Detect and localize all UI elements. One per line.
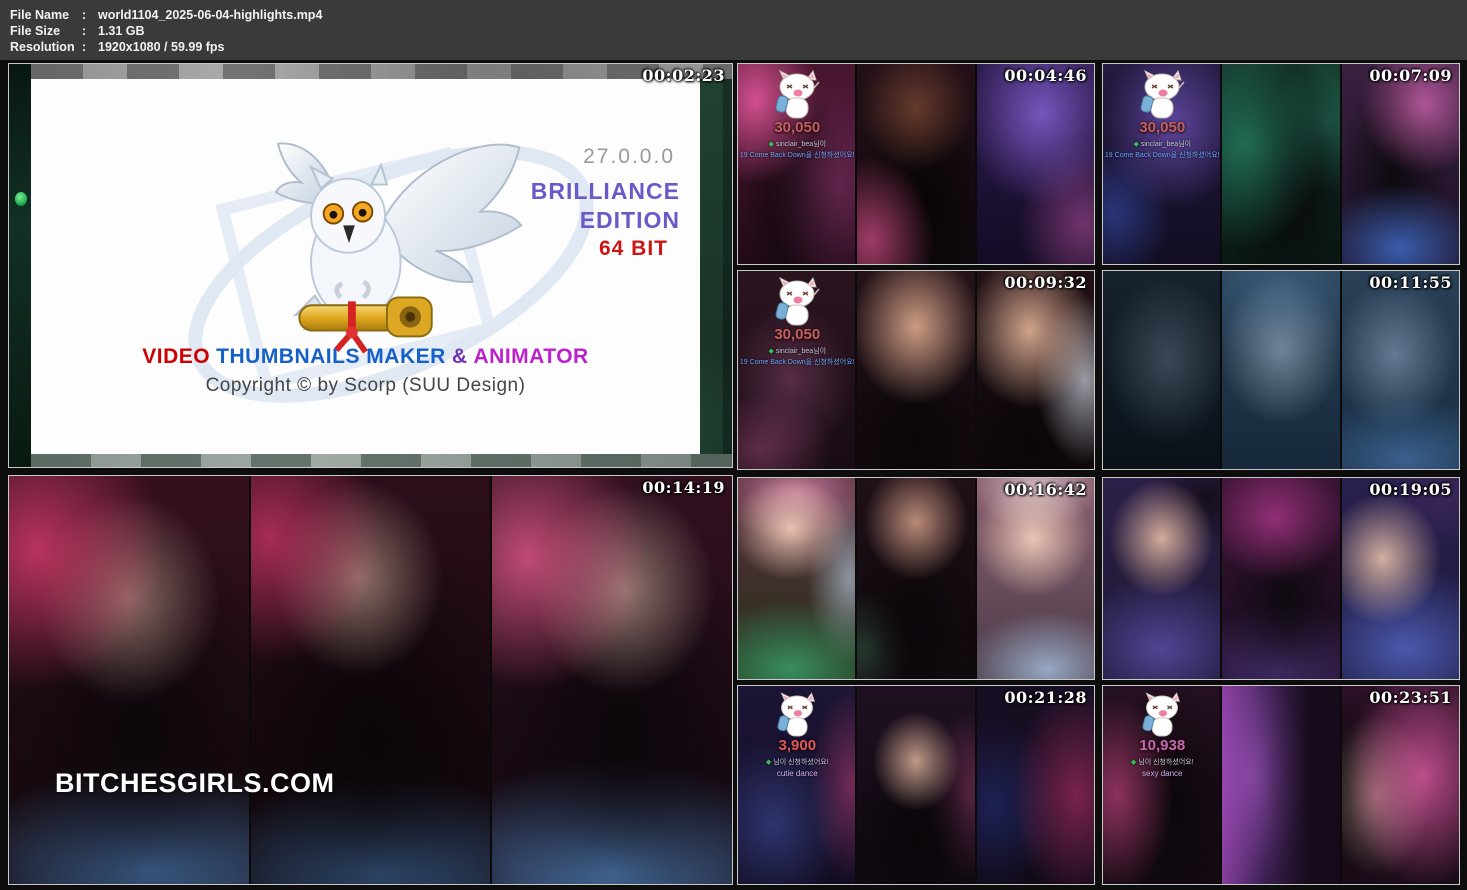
gift-overlay: 10,938 ◆님이 신청하셨어요! sexy dance — [1103, 692, 1222, 778]
timestamp-label: 00:19:05 — [1369, 480, 1452, 499]
gift-tag: cutie dance — [777, 769, 818, 778]
file-size-row: File Size : 1.31 GB — [10, 23, 1467, 39]
cat-sticker-icon — [776, 692, 818, 740]
timestamp-label: 00:21:28 — [1004, 688, 1087, 707]
gift-count: 3,900 — [779, 737, 817, 754]
file-name-row: File Name : world1104_2025-06-04-highlig… — [10, 7, 1467, 23]
video-frame — [1103, 478, 1220, 679]
gift-tag: sexy dance — [1142, 769, 1182, 778]
gem-icon: ◆ — [768, 141, 773, 148]
video-frame — [9, 476, 249, 884]
timestamp-label: 00:11:55 — [1369, 273, 1452, 292]
video-frame — [975, 271, 1094, 469]
edition-label: BRILLIANCE EDITION — [531, 177, 680, 235]
thumbnail-cell: 30,050 ◆sinclair_bea님이 19 Come Back Down… — [1102, 63, 1460, 265]
video-frame — [1340, 686, 1459, 884]
video-frame — [855, 686, 974, 884]
gift-overlay: 30,050 ◆sinclair_bea님이 19 Come Back Down… — [738, 277, 857, 367]
version-label: 27.0.0.0 — [583, 145, 675, 169]
file-size-label: File Size — [10, 23, 82, 39]
thumbnail-cell: 3,900 ◆님이 신청하셨어요! cutie dance 00:21:28 — [737, 685, 1095, 885]
timestamp-label: 00:02:23 — [642, 66, 725, 85]
app-title: VIDEO THUMBNAILS MAKER&ANIMATOR — [31, 345, 700, 369]
thumbnail-cell: 30,050 ◆sinclair_bea님이 19 Come Back Down… — [737, 270, 1095, 470]
timestamp-label: 00:09:32 — [1004, 273, 1087, 292]
video-frame — [1220, 478, 1339, 679]
timestamp-label: 00:23:51 — [1369, 688, 1452, 707]
gift-line1: ◆sinclair_bea님이 — [768, 139, 826, 149]
gift-count: 30,050 — [774, 119, 820, 136]
video-frame — [1340, 478, 1459, 679]
timestamp-label: 00:16:42 — [1004, 480, 1087, 499]
timestamp-label: 00:07:09 — [1369, 66, 1452, 85]
file-info-header: File Name : world1104_2025-06-04-highlig… — [0, 0, 1467, 60]
thumbnail-cell: 00:16:42 — [737, 477, 1095, 680]
thumbnail-cell: 10,938 ◆님이 신청하셨어요! sexy dance 00:23:51 — [1102, 685, 1460, 885]
resolution-row: Resolution : 1920x1080 / 59.99 fps — [10, 39, 1467, 55]
copyright-label: Copyright © by Scorp (SUU Design) — [31, 375, 700, 397]
timestamp-label: 00:14:19 — [642, 478, 725, 497]
video-frame — [1220, 64, 1339, 264]
video-frame — [249, 476, 491, 884]
cat-sticker-icon — [1141, 692, 1183, 740]
gift-line2: 19 Come Back Down을 신청하셨어요! — [1105, 150, 1220, 160]
video-frame — [975, 686, 1094, 884]
splash-left-strip — [9, 64, 31, 467]
video-frame — [855, 478, 974, 679]
cat-sticker-icon — [774, 70, 820, 122]
gift-line1: ◆sinclair_bea님이 — [768, 346, 826, 356]
video-frame — [490, 476, 732, 884]
app-title-maker: THUMBNAILS MAKER — [216, 345, 446, 368]
gift-count: 30,050 — [1139, 119, 1185, 136]
gift-overlay: 3,900 ◆님이 신청하셨어요! cutie dance — [738, 692, 857, 778]
gift-line1: ◆님이 신청하셨어요! — [766, 757, 829, 767]
app-title-animator: ANIMATOR — [473, 345, 588, 368]
video-frame — [738, 478, 855, 679]
video-frame — [1220, 271, 1339, 469]
splash-bottom-band — [31, 454, 732, 467]
app-title-video: VIDEO — [142, 345, 210, 368]
thumbnail-cell-splash: 27.0.0.0 BRILLIANCE EDITION 64 BIT VIDEO… — [8, 63, 733, 468]
timestamp-label: 00:04:46 — [1004, 66, 1087, 85]
contact-sheet: File Name : world1104_2025-06-04-highlig… — [0, 0, 1467, 890]
video-frame — [855, 271, 974, 469]
gift-line2: 19 Come Back Down을 신청하셨어요! — [740, 150, 855, 160]
gem-icon: ◆ — [1133, 141, 1138, 148]
bits-label: 64 BIT — [599, 237, 668, 261]
gift-overlay: 30,050 ◆sinclair_bea님이 19 Come Back Down… — [738, 70, 857, 160]
cat-sticker-icon — [774, 277, 820, 329]
gift-count: 10,938 — [1139, 737, 1185, 754]
gift-overlay: 30,050 ◆sinclair_bea님이 19 Come Back Down… — [1103, 70, 1222, 160]
video-frame — [975, 478, 1094, 679]
thumbnail-cell: 30,050 ◆sinclair_bea님이 19 Come Back Down… — [737, 63, 1095, 265]
gift-line2: 19 Come Back Down을 신청하셨어요! — [740, 357, 855, 367]
gift-line1: ◆sinclair_bea님이 — [1133, 139, 1191, 149]
gem-icon: ◆ — [768, 348, 773, 355]
thumbnail-cell-large: BITCHESGIRLS.COM 00:14:19 — [8, 475, 733, 885]
thumbnail-cell: 00:19:05 — [1102, 477, 1460, 680]
video-frame — [1340, 271, 1459, 469]
gem-icon: ◆ — [766, 759, 771, 766]
file-name-label: File Name — [10, 7, 82, 23]
cat-sticker-icon — [1139, 70, 1185, 122]
video-frame — [1340, 64, 1459, 264]
file-size-value: 1.31 GB — [98, 23, 145, 39]
video-frame — [855, 64, 974, 264]
site-watermark: BITCHESGIRLS.COM — [55, 768, 335, 799]
vtm-splash-card: 27.0.0.0 BRILLIANCE EDITION 64 BIT VIDEO… — [31, 79, 700, 454]
video-frame — [1103, 271, 1220, 469]
resolution-value: 1920x1080 / 59.99 fps — [98, 39, 225, 55]
app-title-amp: & — [452, 345, 468, 368]
thumbnail-cell: 00:11:55 — [1102, 270, 1460, 470]
video-frame — [975, 64, 1094, 264]
gift-line1: ◆님이 신청하셨어요! — [1131, 757, 1194, 767]
gift-count: 30,050 — [774, 326, 820, 343]
gem-icon: ◆ — [1131, 759, 1136, 766]
resolution-label: Resolution — [10, 39, 82, 55]
splash-top-band — [31, 64, 732, 79]
file-name-value: world1104_2025-06-04-highlights.mp4 — [98, 7, 322, 23]
owl-logo-icon — [239, 123, 531, 359]
video-frame — [1220, 686, 1339, 884]
green-dot-icon — [15, 192, 27, 206]
